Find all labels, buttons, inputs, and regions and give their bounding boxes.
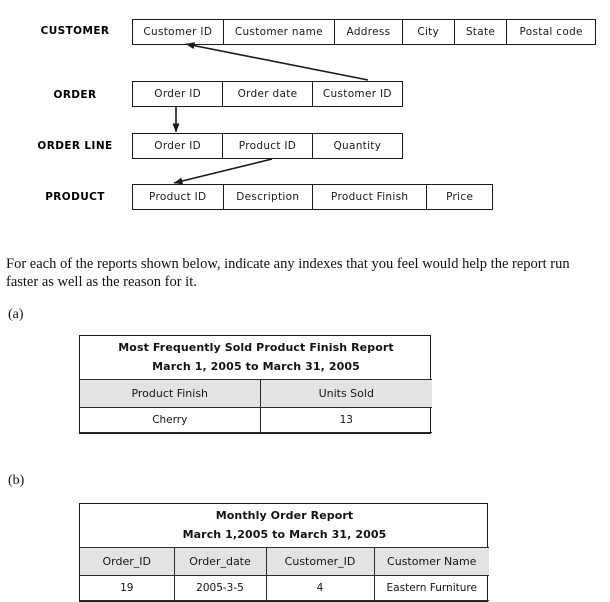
entity-attribute-cell: Customer name <box>224 20 336 44</box>
entity-label-order: ORDER <box>53 89 97 101</box>
table-cell: 4 <box>265 575 375 601</box>
report-title-line1: Monthly Order Report <box>215 509 354 522</box>
table-cell: 2005-3-5 <box>173 575 267 601</box>
report-title: Most Frequently Sold Product Finish Repo… <box>80 336 433 380</box>
relationship-arrow-order-line-to-product <box>173 158 273 185</box>
table-row: 19 2005-3-5 4 Eastern Furniture <box>80 575 489 601</box>
column-header: Units Sold <box>259 379 433 408</box>
entity-attribute-cell: Order ID <box>133 82 224 106</box>
column-header: Order_ID <box>80 547 175 576</box>
entity-label-order-line: ORDER LINE <box>37 140 113 152</box>
entity-attribute-cell: Product Finish <box>313 185 428 209</box>
column-header: Product Finish <box>80 379 261 408</box>
report-title-line2: March 1, 2005 to March 31, 2005 <box>152 360 360 373</box>
report-header-row: Order_ID Order_date Customer_ID Customer… <box>80 547 489 576</box>
entity-attribute-cell: Customer ID <box>133 20 224 44</box>
table-cell: Cherry <box>80 407 261 433</box>
table-cell: 19 <box>80 575 175 601</box>
column-header: Customer_ID <box>265 547 375 576</box>
entity-attribute-cell: Order ID <box>133 134 224 158</box>
report-title-line2: March 1,2005 to March 31, 2005 <box>182 528 387 541</box>
entity-attribute-cell: Quantity <box>333 140 382 152</box>
relationship-arrow-order-to-customer <box>185 42 369 81</box>
entity-attribute-cell: State <box>455 20 508 44</box>
entity-attribute-cell: City <box>403 20 455 44</box>
report-title-row: Most Frequently Sold Product Finish Repo… <box>80 336 433 380</box>
column-header: Customer Name <box>373 547 489 576</box>
entity-label-product: PRODUCT <box>45 191 105 203</box>
part-label-b: (b) <box>8 473 25 488</box>
entity-attribute-cell: Product ID <box>223 134 313 158</box>
part-label-a: (a) <box>8 307 24 322</box>
er-diagram: CUSTOMER Customer ID Customer name Addre… <box>0 0 610 225</box>
table-cell: Eastern Furniture <box>373 575 489 601</box>
entity-table-customer: Customer ID Customer name Address City S… <box>132 19 596 45</box>
prompt-paragraph: For each of the reports shown below, ind… <box>6 255 570 291</box>
entity-table-order-line: Order ID Product ID Quantity <box>132 133 403 159</box>
entity-attribute-cell: Product ID <box>133 185 224 209</box>
entity-attribute-cell: Description <box>224 185 313 209</box>
entity-attribute-cell: Price <box>446 191 474 203</box>
entity-attribute-cell: Address <box>335 20 403 44</box>
entity-table-product: Product ID Description Product Finish Pr… <box>132 184 493 210</box>
entity-label-customer: CUSTOMER <box>40 25 110 37</box>
table-cell: 13 <box>259 407 433 433</box>
report-title-line1: Most Frequently Sold Product Finish Repo… <box>118 341 394 354</box>
report-title: Monthly Order Report March 1,2005 to Mar… <box>80 504 489 548</box>
entity-attribute-cell: Order date <box>223 82 313 106</box>
report-table-product-finish: Most Frequently Sold Product Finish Repo… <box>79 335 433 434</box>
report-title-row: Monthly Order Report March 1,2005 to Mar… <box>80 504 489 548</box>
report-header-row: Product Finish Units Sold <box>80 379 433 408</box>
table-row: Cherry 13 <box>80 407 433 433</box>
report-table-monthly-order: Monthly Order Report March 1,2005 to Mar… <box>79 503 489 602</box>
entity-attribute-cell: Customer ID <box>322 88 392 100</box>
entity-table-order: Order ID Order date Customer ID <box>132 81 403 107</box>
entity-attribute-cell: Postal code <box>519 26 583 38</box>
column-header: Order_date <box>173 547 267 576</box>
